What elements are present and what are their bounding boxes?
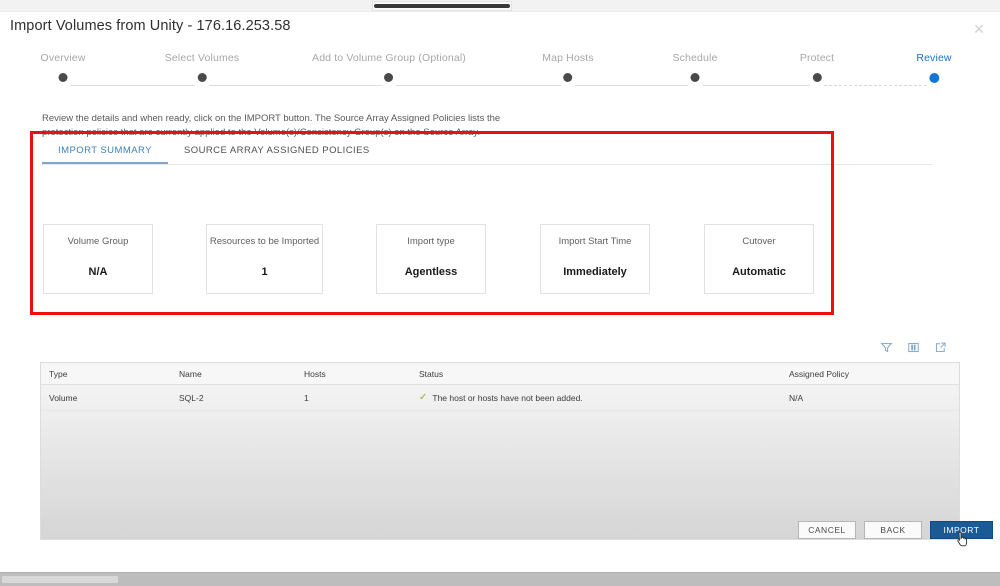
step-dot-icon <box>384 73 394 82</box>
step-connector <box>575 85 688 86</box>
summary-card-value: 1 <box>261 266 268 278</box>
status-text: The host or hosts have not been added. <box>432 392 583 403</box>
summary-card-volume-group: Volume Group N/A <box>43 224 153 294</box>
step-description: Review the details and when ready, click… <box>42 113 501 138</box>
cell-status: ✓ The host or hosts have not been added. <box>411 391 781 403</box>
summary-card-label: Cutover <box>742 236 776 247</box>
summary-card-resources-to-be-imported: Resources to be Imported 1 <box>206 224 323 294</box>
table-row[interactable]: Volume SQL-2 1 ✓ The host or hosts have not … <box>41 385 959 411</box>
table-toolbar <box>879 340 948 355</box>
step-dot-icon <box>58 73 68 82</box>
summary-tabs: IMPORT SUMMARY SOURCE ARRAY ASSIGNED POLI… <box>42 143 932 165</box>
step-connector <box>702 85 810 86</box>
summary-card-value: Agentless <box>404 266 458 278</box>
summary-card-label: Volume Group <box>67 236 129 247</box>
summary-card-label: Import type <box>407 236 455 247</box>
import-volumes-dialog: Import Volumes from Unity - 176.16.253.5… <box>0 12 1000 556</box>
status-check-icon: ✓ <box>419 391 428 403</box>
top-scrollbar[interactable] <box>0 0 1000 12</box>
column-header-hosts[interactable]: Hosts <box>296 369 411 379</box>
cell-assigned-policy: N/A <box>789 392 804 403</box>
table-header-row: Type Name Hosts Status Assigned Policy <box>41 363 959 385</box>
import-summary-cards: Volume Group N/A Resources to be Imported 1… <box>0 224 1000 294</box>
stepper-step-review[interactable]: Review <box>916 52 952 83</box>
summary-card-value: Automatic <box>732 266 786 278</box>
step-label: Map Hosts <box>542 52 594 64</box>
cell-name: SQL-2 <box>179 392 204 403</box>
stepper-step-add-to-volume-group-optional[interactable]: Add to Volume Group (Optional) <box>312 52 466 82</box>
dialog-title-bar: Import Volumes from Unity - 176.16.253.5… <box>0 12 1000 46</box>
summary-card-label: Import Start Time <box>558 236 632 247</box>
summary-card-value: Immediately <box>563 266 627 278</box>
step-label: Select Volumes <box>164 52 240 64</box>
column-header-status[interactable]: Status <box>411 369 781 379</box>
stepper-step-schedule[interactable]: Schedule <box>673 52 718 82</box>
summary-card-import-type: Import type Agentless <box>376 224 486 294</box>
dialog-footer: CANCEL BACK IMPORT <box>0 514 1000 556</box>
column-header-assigned-policy[interactable]: Assigned Policy <box>781 369 956 379</box>
back-button[interactable]: BACK <box>864 521 922 539</box>
close-icon[interactable]: ✕ <box>970 20 988 38</box>
table-body: Volume SQL-2 1 ✓ The host or hosts have not … <box>41 385 959 411</box>
import-button[interactable]: IMPORT <box>930 521 993 539</box>
step-dot-icon <box>928 73 939 83</box>
wizard-stepper: Overview Select Volumes Add to Volume Grou… <box>0 52 1000 94</box>
page-title: Import Volumes from Unity - 176.16.253.5… <box>10 18 291 34</box>
bottom-scrollbar-thumb[interactable] <box>2 576 118 583</box>
step-connector <box>70 85 195 86</box>
step-label: Overview <box>40 52 86 64</box>
filter-icon[interactable] <box>879 340 894 355</box>
cancel-button[interactable]: CANCEL <box>798 521 856 539</box>
columns-icon[interactable] <box>906 340 921 355</box>
step-dot-icon <box>690 73 700 82</box>
summary-card-import-start-time: Import Start Time Immediately <box>540 224 650 294</box>
step-connector <box>824 85 927 86</box>
step-dot-icon <box>197 73 207 82</box>
top-scrollbar-thumb[interactable] <box>374 4 510 8</box>
summary-card-value: N/A <box>88 266 108 278</box>
step-connector <box>396 85 561 86</box>
bottom-scrollbar[interactable] <box>0 572 1000 586</box>
step-dot-icon <box>563 73 573 82</box>
step-connector <box>209 85 382 86</box>
step-label: Review <box>916 52 952 64</box>
summary-card-label: Resources to be Imported <box>209 236 320 247</box>
step-dot-icon <box>812 73 822 82</box>
stepper-step-select-volumes[interactable]: Select Volumes <box>165 52 239 82</box>
stepper-step-protect[interactable]: Protect <box>800 52 834 82</box>
tab-source-array-assigned-policies[interactable]: SOURCE ARRAY ASSIGNED POLICIES <box>168 143 386 164</box>
tab-import-summary[interactable]: IMPORT SUMMARY <box>42 143 168 164</box>
step-label: Add to Volume Group (Optional) <box>312 52 466 64</box>
stepper-step-overview[interactable]: Overview <box>41 52 86 82</box>
cell-hosts: 1 <box>304 392 309 403</box>
stepper-step-map-hosts[interactable]: Map Hosts <box>542 52 594 82</box>
column-header-type[interactable]: Type <box>41 369 171 379</box>
column-header-name[interactable]: Name <box>171 369 296 379</box>
step-label: Schedule <box>672 52 718 64</box>
export-icon[interactable] <box>933 340 948 355</box>
summary-card-cutover: Cutover Automatic <box>704 224 814 294</box>
cell-type: Volume <box>49 392 78 403</box>
step-label: Protect <box>799 52 835 64</box>
